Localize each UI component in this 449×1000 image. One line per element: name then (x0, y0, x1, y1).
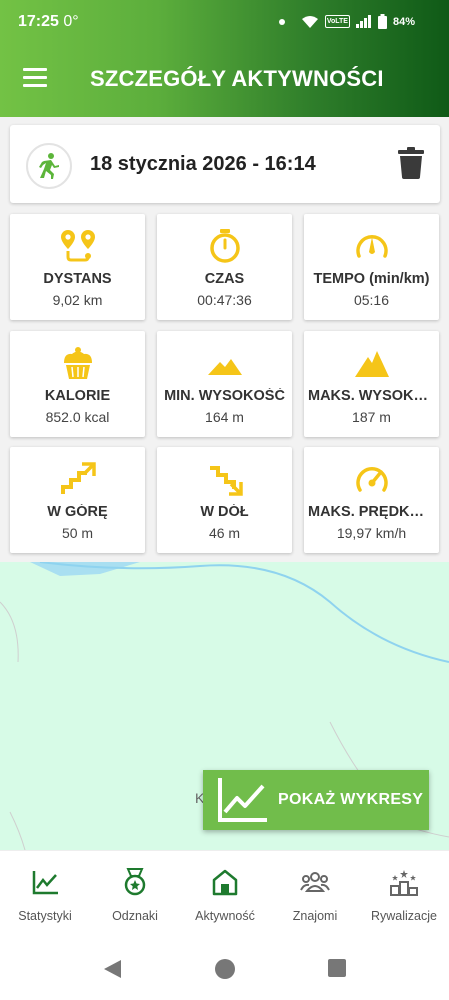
mountain-icon (354, 351, 389, 377)
stat-value: 164 m (205, 409, 244, 425)
nav-label: Znajomi (292, 909, 338, 923)
trash-icon[interactable] (398, 147, 424, 179)
stat-label: MIN. WYSOKOŚĆ (164, 388, 285, 404)
stat-value: 05:16 (353, 292, 390, 308)
status-bar: 17:25 0° VoLTE 84% (0, 0, 449, 44)
stat-value: 00:47:36 (197, 292, 252, 308)
nav-label: Statystyki (18, 909, 72, 923)
gauge-icon (355, 235, 388, 258)
battery-level: 84% (392, 15, 415, 28)
chart-line-icon (218, 778, 267, 822)
title-bar: SZCZEGÓŁY AKTYWNOŚCI (0, 55, 449, 105)
podium-stars-icon (390, 870, 418, 896)
stat-tile-calories: KALORIE 852.0 kcal (10, 331, 145, 437)
stat-label: MAKS. PRĘDKOŚĆ (308, 504, 435, 520)
stat-value: 852.0 kcal (45, 409, 110, 425)
menu-icon[interactable] (23, 68, 47, 88)
stat-value: 9,02 km (52, 292, 103, 308)
stat-value: 19,97 km/h (336, 525, 407, 541)
chart-line-icon (32, 871, 58, 895)
stat-label: KALORIE (44, 388, 111, 404)
stairs-down-icon (209, 466, 243, 496)
activity-header-card: 18 stycznia 2026 - 16:14 (10, 125, 440, 203)
status-icons: VoLTE 84% (278, 14, 415, 29)
status-time: 17:25 0° (18, 13, 79, 30)
nav-item-badges[interactable]: Odznaki (90, 867, 180, 923)
low-mountain-icon (207, 359, 242, 375)
volte-icon: VoLTE (324, 15, 350, 28)
stat-label: CZAS (204, 271, 245, 287)
stopwatch-icon (209, 229, 240, 263)
stat-label: TEMPO (min/km) (313, 271, 430, 287)
stairs-up-icon (60, 462, 96, 494)
notification-dot-icon (278, 18, 285, 25)
stat-label: MAKS. WYSOKOŚĆ (308, 388, 435, 404)
show-charts-button[interactable]: POKAŻ WYKRESY (203, 770, 429, 830)
stat-label: W DÓŁ (200, 504, 249, 520)
stat-tile-distance: DYSTANS 9,02 km (10, 214, 145, 320)
friends-icon (300, 872, 330, 892)
recents-icon[interactable] (327, 958, 347, 978)
system-navigation-bar (0, 940, 449, 1000)
home-icon (212, 869, 238, 896)
route-pins-icon (60, 230, 95, 262)
home-button-icon[interactable] (214, 958, 236, 980)
stat-tile-max-speed: MAKS. PRĘDKOŚĆ 19,97 km/h (304, 447, 439, 553)
wifi-icon (301, 15, 318, 28)
show-charts-label: POKAŻ WYKRESY (278, 791, 424, 808)
nav-item-competitions[interactable]: Rywalizacje (359, 867, 449, 923)
medal-icon (124, 868, 146, 896)
nav-item-activity[interactable]: Aktywność (180, 867, 270, 923)
stat-tile-ascent: W GÓRĘ 50 m (10, 447, 145, 553)
stat-tile-pace: TEMPO (min/km) 05:16 (304, 214, 439, 320)
battery-icon (377, 14, 387, 29)
stat-tile-max-elevation: MAKS. WYSOKOŚĆ 187 m (304, 331, 439, 437)
cupcake-icon (63, 347, 92, 379)
page-title: SZCZEGÓŁY AKTYWNOŚCI (90, 66, 384, 91)
app-bar: 17:25 0° VoLTE 84% SZCZEGÓŁY AKTYWNOŚCI (0, 0, 449, 117)
stat-tile-min-elevation: MIN. WYSOKOŚĆ 164 m (157, 331, 292, 437)
activity-datetime: 18 stycznia 2026 - 16:14 (90, 153, 316, 175)
nav-item-friends[interactable]: Znajomi (270, 867, 360, 923)
nav-label: Aktywność (195, 909, 255, 923)
signal-icon (355, 15, 371, 28)
stat-tile-time: CZAS 00:47:36 (157, 214, 292, 320)
bottom-navigation: Statystyki Odznaki Aktywność Znajomi Ryw… (0, 850, 449, 940)
runner-icon (39, 153, 59, 179)
nav-item-statistics[interactable]: Statystyki (0, 867, 90, 923)
nav-label: Rywalizacje (371, 909, 437, 923)
activity-type-badge (26, 143, 72, 189)
stat-value: 46 m (208, 525, 241, 541)
stat-label: W GÓRĘ (47, 504, 108, 520)
stat-value: 187 m (352, 409, 391, 425)
back-icon[interactable] (101, 958, 123, 980)
stat-label: DYSTANS (43, 271, 112, 287)
stat-tile-descent: W DÓŁ 46 m (157, 447, 292, 553)
nav-label: Odznaki (112, 909, 158, 923)
stat-value: 50 m (61, 525, 94, 541)
speedometer-icon (355, 467, 388, 492)
